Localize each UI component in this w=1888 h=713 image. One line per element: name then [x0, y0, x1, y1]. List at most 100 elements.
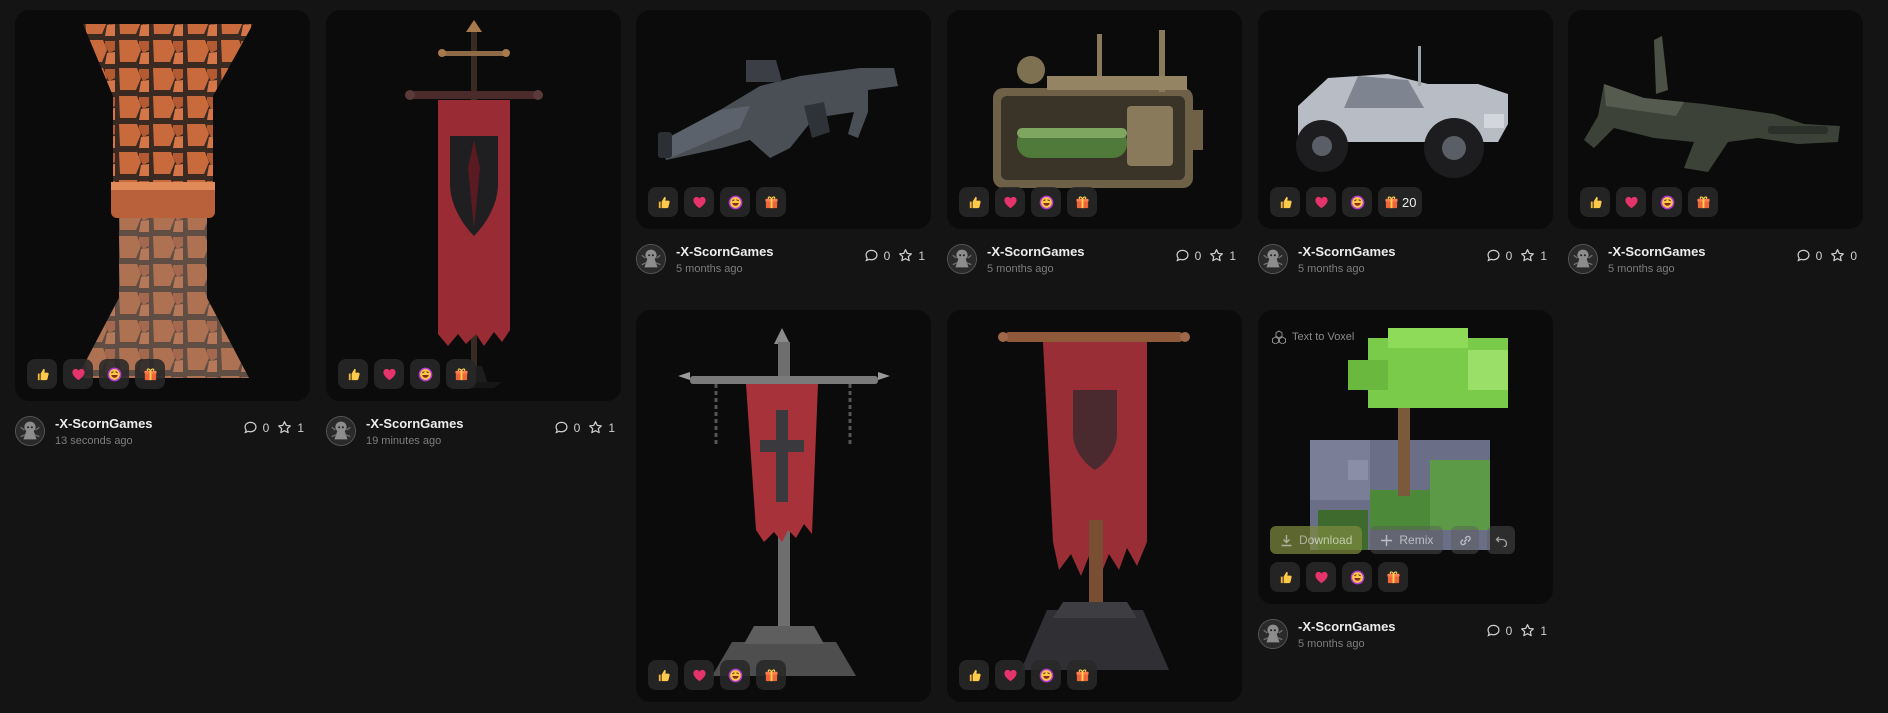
like-button[interactable]	[648, 660, 678, 690]
like-button[interactable]	[959, 660, 989, 690]
remix-button[interactable]: Remix	[1370, 526, 1444, 554]
model-thumbnail[interactable]	[947, 310, 1242, 702]
like-button[interactable]	[1270, 187, 1300, 217]
heart-button[interactable]	[995, 187, 1025, 217]
star-count[interactable]: 1	[1520, 248, 1547, 263]
like-button[interactable]	[648, 187, 678, 217]
reactions-bar	[1580, 187, 1718, 217]
author-name[interactable]: -X-ScornGames	[55, 416, 153, 431]
stone-pillar-image	[77, 24, 253, 378]
laugh-button[interactable]	[1342, 562, 1372, 592]
card-meta: -X-ScornGames 5 months ago 0 1	[947, 242, 1242, 280]
avatar[interactable]	[1258, 244, 1288, 274]
model-thumbnail[interactable]	[1568, 10, 1863, 229]
model-thumbnail[interactable]	[15, 10, 310, 401]
download-button[interactable]: Download	[1270, 526, 1363, 554]
comment-count[interactable]: 0	[1796, 248, 1822, 263]
comment-count[interactable]: 0	[1486, 248, 1512, 263]
model-thumbnail[interactable]: 20	[1258, 10, 1553, 229]
model-thumbnail[interactable]	[636, 310, 931, 702]
comment-count[interactable]: 0	[554, 420, 580, 435]
star-count[interactable]: 1	[1520, 623, 1547, 638]
avatar[interactable]	[636, 244, 666, 274]
gift-button[interactable]	[446, 359, 476, 389]
card-stats: 0 1	[554, 420, 615, 435]
comment-count[interactable]: 0	[864, 248, 890, 263]
star-count[interactable]: 1	[588, 420, 615, 435]
undo-icon	[1495, 536, 1508, 547]
comment-icon	[1486, 248, 1501, 263]
like-button[interactable]	[338, 359, 368, 389]
like-icon	[35, 367, 50, 382]
star-count[interactable]: 1	[898, 248, 925, 263]
author-name[interactable]: -X-ScornGames	[1608, 244, 1706, 259]
reactions-bar	[27, 359, 165, 389]
heart-button[interactable]	[684, 187, 714, 217]
reactions-bar: 20	[1270, 187, 1423, 217]
star-count[interactable]: 1	[277, 420, 304, 435]
author-name[interactable]: -X-ScornGames	[987, 244, 1085, 259]
like-button[interactable]	[959, 187, 989, 217]
laugh-button[interactable]	[1652, 187, 1682, 217]
star-icon	[277, 420, 292, 435]
heart-button[interactable]	[374, 359, 404, 389]
model-thumbnail[interactable]: Text to Voxel Download Remix	[1258, 310, 1553, 604]
star-count[interactable]: 1	[1209, 248, 1236, 263]
author-name[interactable]: -X-ScornGames	[676, 244, 774, 259]
heart-icon	[1314, 195, 1329, 210]
gift-button[interactable]	[756, 187, 786, 217]
heart-button[interactable]	[684, 660, 714, 690]
gift-icon	[143, 367, 158, 382]
post-time: 13 seconds ago	[55, 435, 133, 447]
card-meta: -X-ScornGames 19 minutes ago 0 1	[326, 414, 621, 452]
laugh-button[interactable]	[1342, 187, 1372, 217]
comment-icon	[1796, 248, 1811, 263]
laugh-icon	[1660, 195, 1675, 210]
laugh-button[interactable]	[720, 187, 750, 217]
share-link-button[interactable]	[1451, 526, 1480, 554]
star-icon	[1209, 248, 1224, 263]
avatar[interactable]	[1568, 244, 1598, 274]
avatar[interactable]	[947, 244, 977, 274]
gift-button[interactable]	[1067, 187, 1097, 217]
model-thumbnail[interactable]	[326, 10, 621, 401]
heart-button[interactable]	[995, 660, 1025, 690]
gift-button[interactable]	[1688, 187, 1718, 217]
heart-button[interactable]	[1306, 187, 1336, 217]
laugh-button[interactable]	[410, 359, 440, 389]
comment-icon	[1486, 623, 1501, 638]
heart-button[interactable]	[1306, 562, 1336, 592]
laugh-button[interactable]	[1031, 187, 1061, 217]
heart-button[interactable]	[1616, 187, 1646, 217]
model-thumbnail[interactable]	[947, 10, 1242, 229]
author-name[interactable]: -X-ScornGames	[1298, 244, 1396, 259]
undo-button[interactable]	[1487, 526, 1516, 554]
card-stats: 0 0	[1796, 248, 1857, 263]
comment-count[interactable]: 0	[243, 420, 269, 435]
avatar[interactable]	[1258, 619, 1288, 649]
gift-icon	[1075, 668, 1090, 683]
gift-button[interactable]	[756, 660, 786, 690]
like-button[interactable]	[27, 359, 57, 389]
gift-button[interactable]	[1378, 562, 1408, 592]
gift-button[interactable]	[1067, 660, 1097, 690]
like-button[interactable]	[1580, 187, 1610, 217]
star-icon	[588, 420, 603, 435]
avatar[interactable]	[15, 416, 45, 446]
laugh-button[interactable]	[99, 359, 129, 389]
author-name[interactable]: -X-ScornGames	[1298, 619, 1396, 634]
reactions-bar	[959, 187, 1097, 217]
star-count[interactable]: 0	[1830, 248, 1857, 263]
gift-button[interactable]	[135, 359, 165, 389]
like-button[interactable]	[1270, 562, 1300, 592]
avatar[interactable]	[326, 416, 356, 446]
comment-count[interactable]: 0	[1175, 248, 1201, 263]
gift-button[interactable]: 20	[1378, 187, 1423, 217]
comment-count[interactable]: 0	[1486, 623, 1512, 638]
heart-button[interactable]	[63, 359, 93, 389]
laugh-button[interactable]	[720, 660, 750, 690]
model-thumbnail[interactable]	[636, 10, 931, 229]
laugh-button[interactable]	[1031, 660, 1061, 690]
author-name[interactable]: -X-ScornGames	[366, 416, 464, 431]
card-meta: -X-ScornGames 5 months ago 0 0	[1568, 242, 1863, 280]
